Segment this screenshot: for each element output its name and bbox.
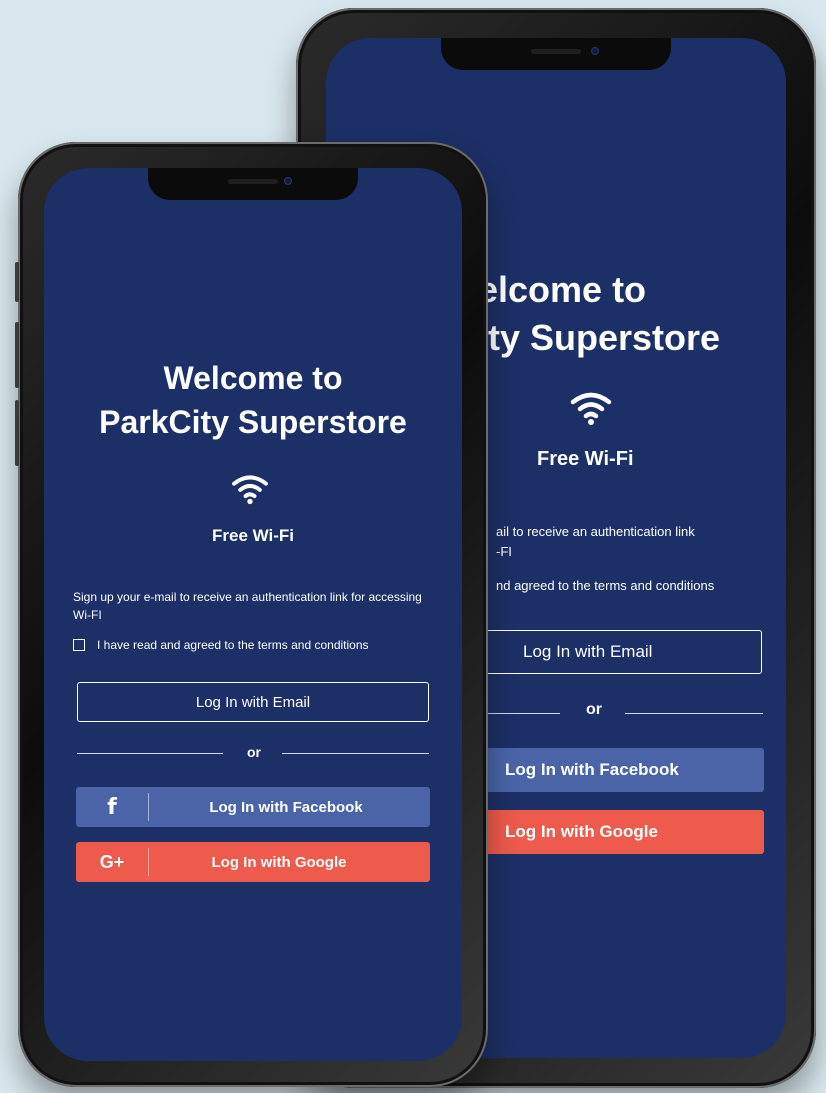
- email-login-label: Log In with Email: [195, 693, 311, 711]
- side-button-2: [15, 322, 19, 388]
- back-email-login-button[interactable]: Log In with Email: [476, 630, 762, 674]
- wifi-icon: [232, 475, 268, 505]
- email-login-button[interactable]: Log In with Email: [77, 682, 429, 722]
- back-wifi-label: Free Wi-Fi: [537, 448, 634, 470]
- terms-checkbox[interactable]: [73, 639, 85, 651]
- back-terms-text: nd agreed to the terms and conditions: [496, 578, 715, 593]
- back-email-login-label: Log In with Email: [523, 642, 653, 661]
- facebook-login-button[interactable]: f Log In with Facebook: [76, 787, 430, 827]
- welcome-line1: Welcome to: [163, 360, 343, 396]
- welcome-title: Welcome to ParkCity Superstore: [44, 356, 462, 444]
- back-phone-notch: [441, 38, 671, 70]
- wifi-icon: [570, 392, 612, 425]
- signup-text: Sign up your e-mail to receive an authen…: [73, 590, 422, 622]
- back-google-login-label: Log In with Google: [505, 822, 658, 841]
- google-plus-icon: G+: [99, 851, 125, 872]
- back-signup-text: ail to receive an authentication link -F…: [496, 522, 695, 562]
- back-welcome-title: elcome to ity Superstore: [478, 266, 720, 362]
- front-camera: [591, 47, 599, 55]
- google-login-button[interactable]: G+ Log In with Google: [76, 842, 430, 882]
- facebook-separator: [148, 793, 149, 821]
- front-phone-notch: [148, 168, 358, 200]
- facebook-icon: f: [107, 794, 117, 820]
- speaker: [228, 179, 278, 184]
- terms-label: I have read and agreed to the terms and …: [97, 638, 369, 652]
- back-or-line-right: [625, 713, 763, 714]
- front-phone-screen: Welcome to ParkCity Superstore Free Wi-F…: [44, 168, 462, 1061]
- or-line-left: [77, 753, 223, 754]
- or-line-right: [282, 753, 429, 754]
- back-google-login-button[interactable]: Log In with Google: [476, 810, 764, 854]
- back-welcome-line2: ity Superstore: [478, 317, 721, 358]
- google-separator: [148, 848, 149, 876]
- back-facebook-login-label: Log In with Facebook: [505, 760, 679, 779]
- google-login-label: Log In with Google: [211, 853, 347, 871]
- back-or-text: or: [586, 701, 602, 718]
- speaker: [531, 49, 581, 54]
- back-welcome-line1: elcome to: [478, 269, 647, 310]
- side-button-3: [15, 400, 19, 466]
- side-button-1: [15, 262, 19, 302]
- back-facebook-login-button[interactable]: Log In with Facebook: [476, 748, 764, 792]
- front-phone: Welcome to ParkCity Superstore Free Wi-F…: [15, 142, 488, 1087]
- terms-row[interactable]: I have read and agreed to the terms and …: [73, 638, 369, 652]
- welcome-line2: ParkCity Superstore: [99, 404, 407, 440]
- back-signup-line2: -FI: [496, 544, 512, 559]
- back-signup-line1: ail to receive an authentication link: [496, 524, 695, 539]
- wifi-label: Free Wi-Fi: [211, 526, 295, 545]
- or-text: or: [247, 744, 261, 760]
- back-or-line-left: [476, 713, 560, 714]
- front-camera: [284, 177, 292, 185]
- facebook-login-label: Log In with Facebook: [209, 798, 363, 816]
